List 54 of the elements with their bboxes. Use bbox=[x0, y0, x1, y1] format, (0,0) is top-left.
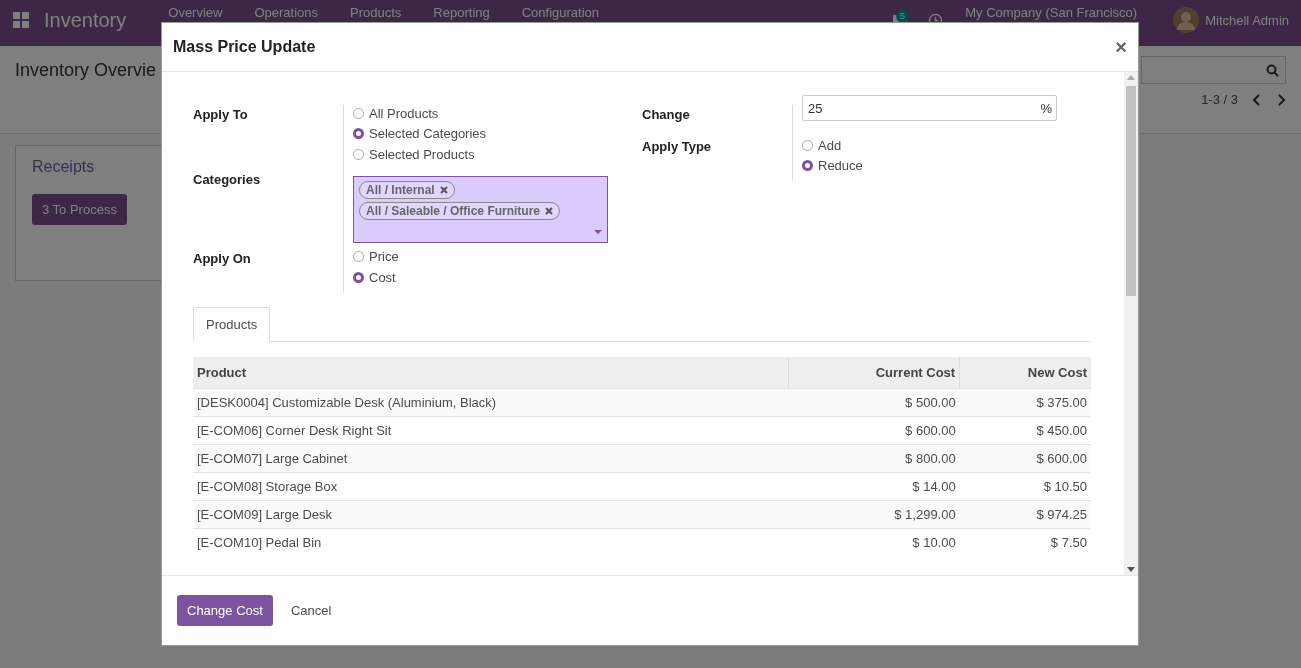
pager-value: 1-3 / 3 bbox=[1201, 92, 1238, 107]
category-tag: All / Internal bbox=[359, 180, 455, 199]
search-field[interactable] bbox=[1141, 56, 1286, 84]
table-cell: [DESK0004] Customizable Desk (Aluminium, Black) bbox=[193, 388, 789, 416]
radio-label[interactable]: Add bbox=[818, 137, 842, 153]
radio-button[interactable] bbox=[802, 160, 813, 172]
table-cell: $ 974.25 bbox=[959, 500, 1091, 528]
table-cell: $ 500.00 bbox=[788, 388, 960, 416]
table-cell: $ 800.00 bbox=[788, 444, 960, 472]
next-icon[interactable] bbox=[1276, 93, 1286, 106]
field-label: Categories bbox=[193, 170, 262, 189]
column-header[interactable]: Product bbox=[193, 356, 789, 388]
menu-item[interactable]: Reporting bbox=[417, 5, 506, 20]
category-tag: All / Saleable / Office Furniture bbox=[359, 201, 561, 220]
search-icon[interactable] bbox=[1266, 63, 1279, 77]
table-cell: $ 375.00 bbox=[959, 388, 1091, 416]
caret-icon[interactable] bbox=[594, 229, 602, 234]
close-button[interactable]: × bbox=[1115, 37, 1127, 57]
menu-item[interactable]: Operations bbox=[238, 5, 335, 20]
table-cell: [E-COM09] Large Desk bbox=[193, 500, 789, 528]
radio-button[interactable] bbox=[353, 128, 364, 140]
tab[interactable]: Products bbox=[193, 306, 271, 342]
field-label: Change bbox=[642, 106, 691, 124]
radio-label[interactable]: Selected Products bbox=[369, 146, 475, 162]
table-cell: [E-COM07] Large Cabinet bbox=[193, 444, 789, 472]
radio-label[interactable]: All Products bbox=[369, 105, 439, 121]
field-label: Apply Type bbox=[642, 138, 713, 156]
radio-label[interactable]: Price bbox=[369, 249, 399, 265]
scrollbar[interactable] bbox=[1124, 72, 1138, 575]
category-tags-field[interactable]: All / Internal All / Saleable / Office Furniture bbox=[353, 175, 608, 243]
change-input-field[interactable]: 25 % bbox=[802, 95, 1057, 121]
radio-label[interactable]: Cost bbox=[369, 269, 396, 285]
dialog-title: Mass Price Update bbox=[173, 38, 316, 56]
column-header[interactable]: Current Cost bbox=[788, 356, 960, 388]
remove-icon[interactable] bbox=[439, 185, 448, 194]
cancel-button[interactable]: Cancel bbox=[280, 595, 342, 626]
breadcrumb: Inventory Overvie bbox=[15, 60, 157, 82]
table-cell: $ 1,299.00 bbox=[788, 500, 960, 528]
field-label: Apply To bbox=[193, 106, 249, 124]
radio-label[interactable]: Reduce bbox=[818, 158, 863, 174]
previous-icon[interactable] bbox=[1252, 93, 1262, 106]
apps-icon[interactable] bbox=[12, 11, 30, 29]
percent-suffix: % bbox=[1040, 100, 1052, 116]
table-cell: [E-COM10] Pedal Bin bbox=[193, 528, 789, 556]
table-cell: $ 10.00 bbox=[788, 528, 960, 556]
radio-label[interactable]: Selected Categories bbox=[369, 126, 487, 142]
radio-button[interactable] bbox=[353, 271, 364, 283]
remove-icon[interactable] bbox=[545, 206, 554, 215]
field-label: Apply On bbox=[193, 249, 252, 268]
scroll-down-icon[interactable] bbox=[1127, 567, 1135, 572]
submit-button[interactable]: Change Cost bbox=[177, 595, 273, 626]
column-header[interactable]: New Cost bbox=[959, 356, 1091, 388]
table-cell: $ 600.00 bbox=[959, 444, 1091, 472]
table-cell: $ 7.50 bbox=[959, 528, 1091, 556]
